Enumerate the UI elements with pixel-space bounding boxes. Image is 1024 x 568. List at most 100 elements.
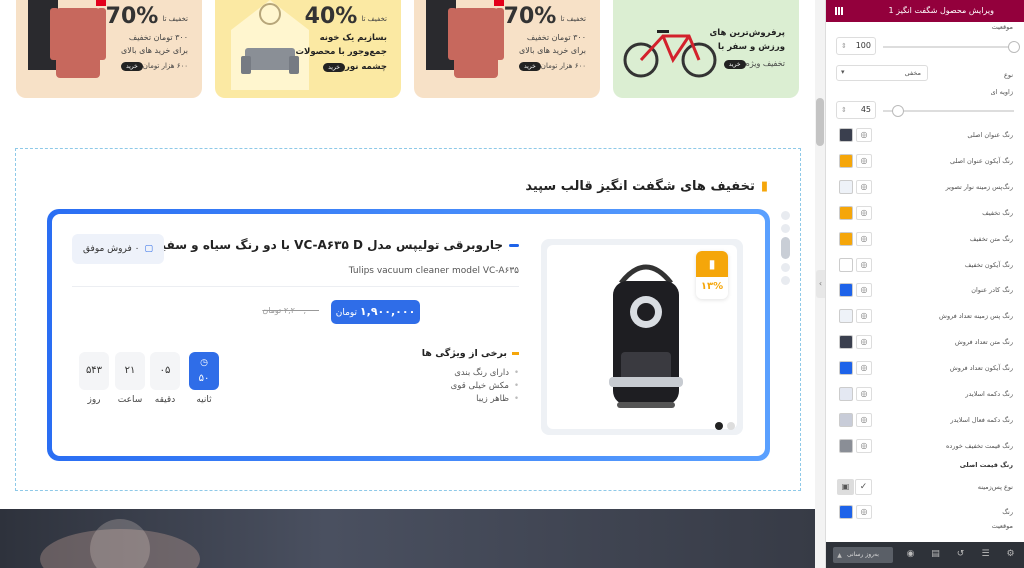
scrollbar-thumb[interactable] [816,98,824,146]
layers-icon[interactable]: ☰ [980,549,991,560]
eye-icon[interactable]: ◉ [905,549,916,560]
buy-button[interactable]: خرید [723,60,746,69]
color-swatch[interactable] [839,309,853,324]
banner-line: ورزش و سفر با [717,42,785,52]
globe-icon[interactable]: ◎ [856,387,872,401]
banner-line: تخفیف ویژه [745,59,785,68]
color-setting-row: رنگ عنوان اصلی ◎ [825,126,1024,146]
slider-dot[interactable] [727,422,735,430]
color-swatch[interactable] [839,231,853,246]
section-title: ▮ تخفیف های شگفت انگیز قالب سپید [525,179,768,194]
angle-slider-handle[interactable] [892,105,904,117]
countdown-label: ثانیه [196,395,212,405]
pagination-dot[interactable] [781,224,790,233]
banner-pct: 70% [503,4,557,29]
bg-type-row: نوع پس‌زمینه ▣ ✓ [825,478,1024,498]
collapse-panel-toggle[interactable]: ‹ [816,270,825,298]
color-setting-row: رنگ متن تعداد فروش ◎ [825,333,1024,353]
buy-button[interactable]: خرید [120,62,143,71]
receipt-icon: ▮ [760,179,768,194]
amazing-offers-section: ▮ تخفیف های شگفت انگیز قالب سپید ▮ ۱۳% جا… [15,148,801,491]
pagination-dot[interactable] [781,263,790,272]
discount-badge: ▮ ۱۳% [696,251,728,299]
vertical-pagination [781,211,791,289]
width-slider-track[interactable] [883,46,1014,48]
pagination-dot[interactable] [781,211,790,220]
banner-pct: 40% [304,4,358,29]
color-setting-label: رنگ دکمه فعال اسلایدر [950,415,1013,424]
buy-button[interactable]: خرید [518,62,541,71]
caret-up-icon[interactable]: ▲ [834,550,845,561]
color-setting-row: رنگ آیکون تعداد فروش ◎ [825,359,1024,379]
promo-banner-2[interactable]: تخفیف تا40% بسازیم یک خونه جمع‌وجور با م… [215,0,401,98]
globe-icon[interactable]: ◎ [856,231,872,246]
globe-icon[interactable]: ◎ [856,128,872,142]
globe-icon[interactable]: ◎ [856,361,872,376]
angle-slider-row: ⇕ 45 [825,101,1024,121]
color-setting-label: رنگ کادر عنوان [971,286,1013,295]
color-swatch[interactable] [839,361,853,376]
widgets-grid-icon[interactable] [835,7,843,15]
color-setting-label: رنگ آیکون تخفیف [964,260,1013,269]
responsive-icon[interactable]: ▤ [930,549,941,560]
pagination-dot[interactable] [781,276,790,285]
section-title-text: تخفیف های شگفت انگیز قالب سپید [525,179,755,194]
color-setting-row: رنگ کادر عنوان ◎ [825,281,1024,301]
color-swatch[interactable] [839,153,853,168]
bg-classic-button[interactable]: ▣ [837,479,854,495]
settings-gear-icon[interactable]: ⚙ [1005,549,1016,560]
price-unit: تومان [335,308,358,318]
globe-icon[interactable]: ◎ [856,283,872,298]
feature-item: دارای رنگ بندی [451,368,519,378]
globe-icon[interactable]: ◎ [856,205,872,220]
countdown-value: ۲۱ [124,365,136,376]
countdown-value: ۰۵ [159,365,171,376]
color-swatch[interactable] [839,128,853,142]
color-setting-row: رنگ قیمت تخفیف خورده ◎ [825,437,1024,457]
color-swatch[interactable] [839,335,853,350]
buy-button[interactable]: خرید [323,63,345,72]
type-select[interactable]: مخفی ▾ [836,65,928,81]
product-title[interactable]: جاروبرقی تولیپس مدل VC-A۶۳۵ D با دو رنگ … [155,238,519,252]
globe-icon[interactable]: ◎ [856,438,872,453]
banner-price: ۶۰۰ هزار تومان [142,62,188,70]
width-value: 100 [855,41,871,50]
pagination-dot-active[interactable] [781,237,790,259]
color-swatch[interactable] [839,179,853,194]
color-setting-row: رنگ آیکون تخفیف ◎ [825,256,1024,276]
promo-banner-1[interactable]: تخفیف تا70% ۳۰۰ تومان تخفیف برای خرید ها… [16,0,202,98]
color-swatch[interactable] [839,387,853,401]
shopping-bag-icon: ▢ [144,244,153,254]
color-swatch[interactable] [839,412,853,427]
countdown-hours: ۲۱ [115,352,145,390]
chevron-down-icon: ▾ [841,68,845,76]
width-value-input[interactable]: ⇕ 100 [836,37,876,55]
color-swatch[interactable] [839,438,853,453]
angle-value-input[interactable]: ⇕ 45 [836,101,876,119]
color-setting-row: رنگ دکمه اسلایدر ◎ [825,385,1024,405]
price-badge: ۱,۹۰۰,۰۰۰ تومان [331,300,420,324]
bg-type-label: نوع پس‌زمینه [977,483,1013,491]
color-swatch[interactable] [839,205,853,220]
type-row: نوع مخفی ▾ [825,63,1024,83]
globe-icon[interactable]: ◎ [856,335,872,350]
page-canvas: تخفیف تا70% ۳۰۰ تومان تخفیف برای خرید ها… [0,0,815,568]
globe-icon[interactable]: ◎ [856,257,872,272]
globe-icon[interactable]: ◎ [856,309,872,324]
width-slider-handle[interactable] [1008,41,1020,53]
editor-panel: ویرایش محصول شگفت انگیز 1 موقعیت ⇕ 100 نو… [825,0,1024,568]
slider-dot[interactable] [715,422,723,430]
color-swatch[interactable] [839,257,853,272]
globe-icon[interactable]: ◎ [856,505,872,519]
product-image-box: ▮ ۱۳% [541,239,743,435]
promo-banner-3[interactable]: تخفیف تا70% ۳۰۰ تومان تخفیف برای خرید ها… [414,0,600,98]
brush-icon[interactable]: ✓ [855,479,872,495]
globe-icon[interactable]: ◎ [856,412,872,427]
history-icon[interactable]: ↺ [955,549,966,560]
globe-icon[interactable]: ◎ [856,153,872,168]
countdown-value: ۵۴۳ [85,365,103,376]
globe-icon[interactable]: ◎ [856,179,872,194]
color-swatch[interactable] [839,505,853,519]
promo-banner-4[interactable]: پرفروش‌ترین های ورزش و سفر با تخفیف ویژه… [613,0,799,98]
color-swatch[interactable] [839,283,853,298]
